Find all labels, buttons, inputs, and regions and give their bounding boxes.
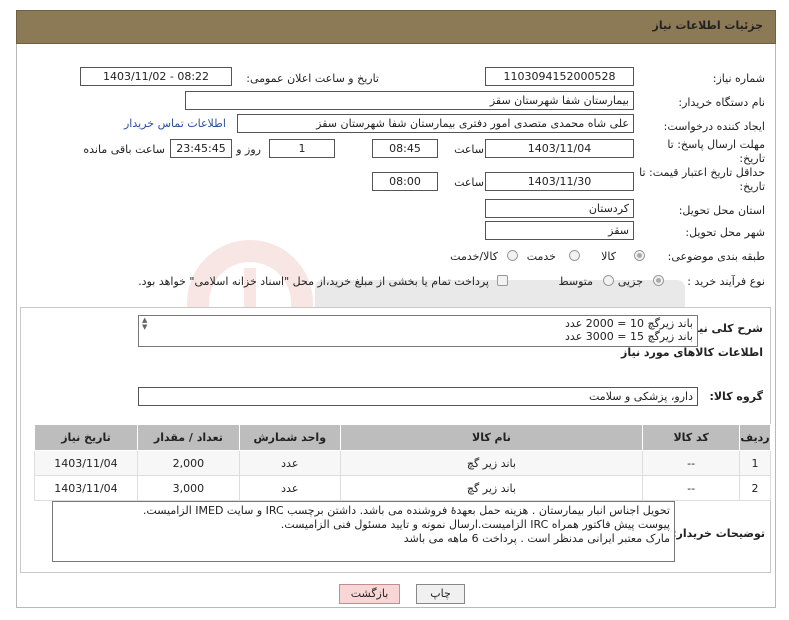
table-row: 1 -- باند زیر گچ عدد 2,000 1403/11/04: [34, 450, 771, 476]
buyer-org-label: نام دستگاه خریدار:: [678, 96, 765, 109]
buyer-contact-link[interactable]: اطلاعات تماس خریدار: [124, 117, 226, 130]
category-option-goods: کالا: [601, 250, 616, 263]
cell-row: 1: [739, 450, 771, 476]
print-button[interactable]: چاپ: [416, 584, 465, 604]
cell-need-date: 1403/11/04: [34, 450, 138, 476]
cell-code: --: [642, 450, 741, 476]
city-label: شهر محل تحویل:: [685, 226, 765, 239]
summary-scrollbar[interactable]: ▲ ▼: [138, 315, 154, 347]
category-radio-goods-service[interactable]: [507, 250, 518, 261]
cell-name: باند زیر گچ: [339, 450, 644, 476]
need-number-field: 1103094152000528: [485, 67, 634, 86]
buyer-notes-textarea[interactable]: تحویل اجناس انبار بیمارستان . هزینه حمل …: [52, 501, 675, 562]
deadline-time-label: ساعت: [454, 143, 484, 156]
category-radio-service[interactable]: [569, 250, 580, 261]
summary-textarea[interactable]: باند زیرگچ 10 = 2000 عدد باند زیرگچ 15 =…: [138, 315, 698, 347]
validity-time-label: ساعت: [454, 176, 484, 189]
process-radio-minor[interactable]: [653, 275, 664, 286]
goods-table: ردیف کد کالا نام کالا واحد شمارش تعداد /…: [34, 424, 771, 501]
back-button[interactable]: بازگشت: [339, 584, 400, 604]
cell-name: باند زیر گچ: [339, 475, 644, 501]
buyer-org-field: بیمارستان شفا شهرستان سقز: [185, 91, 634, 110]
deadline-time-field: 08:45: [372, 139, 438, 158]
remaining-time-field: 23:45:45: [170, 139, 232, 158]
category-label: طبقه بندی موضوعی:: [667, 250, 765, 263]
deadline-label: مهلت ارسال پاسخ: تا تاریخ:: [667, 138, 765, 165]
validity-label: حداقل تاریخ اعتبار قیمت: تا تاریخ:: [639, 166, 765, 193]
announce-field: 1403/11/02 - 08:22: [80, 67, 232, 86]
treasury-payment-checkbox[interactable]: [497, 275, 508, 286]
need-number-label: شماره نیاز:: [712, 72, 765, 85]
process-option-medium: متوسط: [558, 275, 593, 288]
process-label: نوع فرآیند خرید :: [687, 275, 765, 288]
buyer-notes-line-1: تحویل اجناس انبار بیمارستان . هزینه حمل …: [142, 504, 670, 517]
goods-group-field: دارو، پزشکی و سلامت: [138, 387, 698, 406]
requester-label: ایجاد کننده درخواست:: [663, 120, 765, 133]
buyer-notes-line-3: مارک معتبر ایرانی مدنظر است . پرداخت 6 م…: [403, 532, 670, 545]
category-option-service: خدمت: [526, 250, 556, 263]
col-quantity: تعداد / مقدار: [136, 424, 240, 451]
validity-time-field: 08:00: [372, 172, 438, 191]
table-header-row: ردیف کد کالا نام کالا واحد شمارش تعداد /…: [34, 424, 771, 451]
cell-quantity: 2,000: [136, 450, 240, 476]
col-name: نام کالا: [339, 424, 644, 451]
col-need-date: تاریخ نیاز: [34, 424, 138, 451]
scroll-down-icon[interactable]: ▼: [142, 323, 147, 331]
cell-code: --: [642, 475, 741, 501]
category-radio-goods[interactable]: [634, 250, 645, 261]
goods-group-label: گروه کالا:: [709, 390, 763, 403]
process-option-minor: جزیی: [617, 275, 643, 288]
cell-need-date: 1403/11/04: [34, 475, 138, 501]
remaining-label: ساعت باقی مانده: [83, 143, 165, 156]
summary-line-2: باند زیرگچ 15 = 3000 عدد: [565, 330, 693, 343]
province-label: استان محل تحویل:: [678, 204, 765, 217]
page-title: جزئیات اطلاعات نیاز: [652, 19, 764, 32]
cell-unit: عدد: [238, 450, 341, 476]
category-option-goods-service: کالا/خدمت: [450, 250, 498, 263]
deadline-date-field: 1403/11/04: [485, 139, 634, 158]
announce-label: تاریخ و ساعت اعلان عمومی:: [246, 72, 379, 85]
goods-section-title: اطلاعات کالاهای مورد نیاز: [621, 346, 763, 359]
days-field: 1: [269, 139, 335, 158]
buyer-notes-label: توضیحات خریدار:: [672, 527, 765, 540]
requester-field: علی شاه محمدی متصدی امور دفتری بیمارستان…: [237, 114, 634, 133]
buyer-notes-line-2: پیوست پیش فاکتور همراه IRC الزامیست.ارسا…: [280, 518, 670, 531]
province-field: کردستان: [485, 199, 634, 218]
summary-line-1: باند زیرگچ 10 = 2000 عدد: [565, 317, 693, 330]
days-label: روز و: [236, 143, 261, 156]
city-field: سقز: [485, 221, 634, 240]
col-unit: واحد شمارش: [238, 424, 341, 451]
table-row: 2 -- باند زیر گچ عدد 3,000 1403/11/04: [34, 475, 771, 501]
cell-unit: عدد: [238, 475, 341, 501]
cell-row: 2: [739, 475, 771, 501]
col-code: کد کالا: [642, 424, 741, 451]
treasury-payment-note: پرداخت تمام یا بخشی از مبلغ خرید،از محل …: [138, 275, 489, 288]
validity-date-field: 1403/11/30: [485, 172, 634, 191]
process-radio-medium[interactable]: [603, 275, 614, 286]
col-row: ردیف: [739, 424, 771, 451]
cell-quantity: 3,000: [136, 475, 240, 501]
